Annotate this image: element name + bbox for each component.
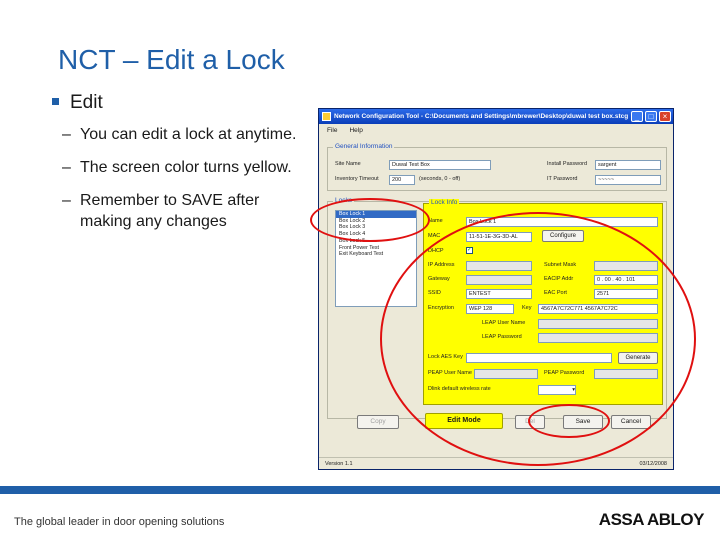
install-password-label: Install Password [547, 161, 588, 167]
footer-tagline: The global leader in door opening soluti… [14, 516, 225, 528]
lock-list-item[interactable]: Front Power Test [336, 245, 416, 252]
close-icon[interactable]: × [659, 111, 671, 122]
slide-title: NCT – Edit a Lock [58, 44, 285, 75]
maximize-icon[interactable]: □ [645, 111, 657, 122]
highlight-save-circle [528, 404, 610, 438]
subbullet-text: You can edit a lock at anytime. [80, 126, 297, 143]
site-name-input[interactable]: Duwal Test Box [389, 160, 491, 170]
subbullet-1: – You can edit a lock at anytime. [62, 126, 297, 143]
site-name-label: Site Name [335, 161, 361, 167]
it-password-label: IT Password [547, 176, 578, 182]
bullet-text: Edit [70, 92, 103, 113]
install-password-input[interactable]: sargent [595, 160, 661, 170]
highlight-lock-list-circle [310, 198, 430, 242]
bullet-square-icon [52, 98, 59, 105]
bullet-list: Edit – You can edit a lock at anytime. –… [52, 92, 302, 244]
general-info-title: General Information [333, 143, 395, 150]
lock-info-title: Lock Info [429, 199, 460, 206]
it-password-input[interactable]: ~~~~~ [595, 175, 661, 185]
footer-bar [0, 486, 720, 494]
subbullet-2: – The screen color turns yellow. [62, 159, 292, 176]
menu-help[interactable]: Help [349, 127, 362, 134]
mac-label: MAC [428, 233, 441, 239]
subbullet-text: Remember to SAVE after making any change… [80, 192, 260, 230]
copy-button[interactable]: Copy [357, 415, 399, 429]
minimize-icon[interactable]: _ [631, 111, 643, 122]
window-titlebar: Network Configuration Tool - C:\Document… [319, 109, 673, 124]
inventory-unit: (seconds, 0 - off) [419, 176, 461, 182]
inventory-timeout-input[interactable]: 200 [389, 175, 415, 185]
menu-file[interactable]: File [327, 127, 337, 134]
window-title: Network Configuration Tool - C:\Document… [334, 113, 629, 120]
menu-bar: File Help [319, 124, 673, 136]
app-icon [322, 112, 331, 121]
assa-abloy-logo: ASSA ABLOY [598, 510, 705, 529]
subbullet-3: – Remember to SAVE after making any chan… [62, 190, 302, 232]
status-date: 03/12/2008 [639, 461, 667, 467]
lock-list-item[interactable]: Exit Keyboard Test [336, 251, 416, 258]
inventory-timeout-label: Inventory Timeout [335, 176, 379, 182]
bullet-edit: Edit [52, 92, 302, 114]
subbullet-text: The screen color turns yellow. [80, 159, 292, 176]
lock-name-label: Name [428, 218, 443, 224]
version-text: Version 1.1 [325, 461, 353, 467]
